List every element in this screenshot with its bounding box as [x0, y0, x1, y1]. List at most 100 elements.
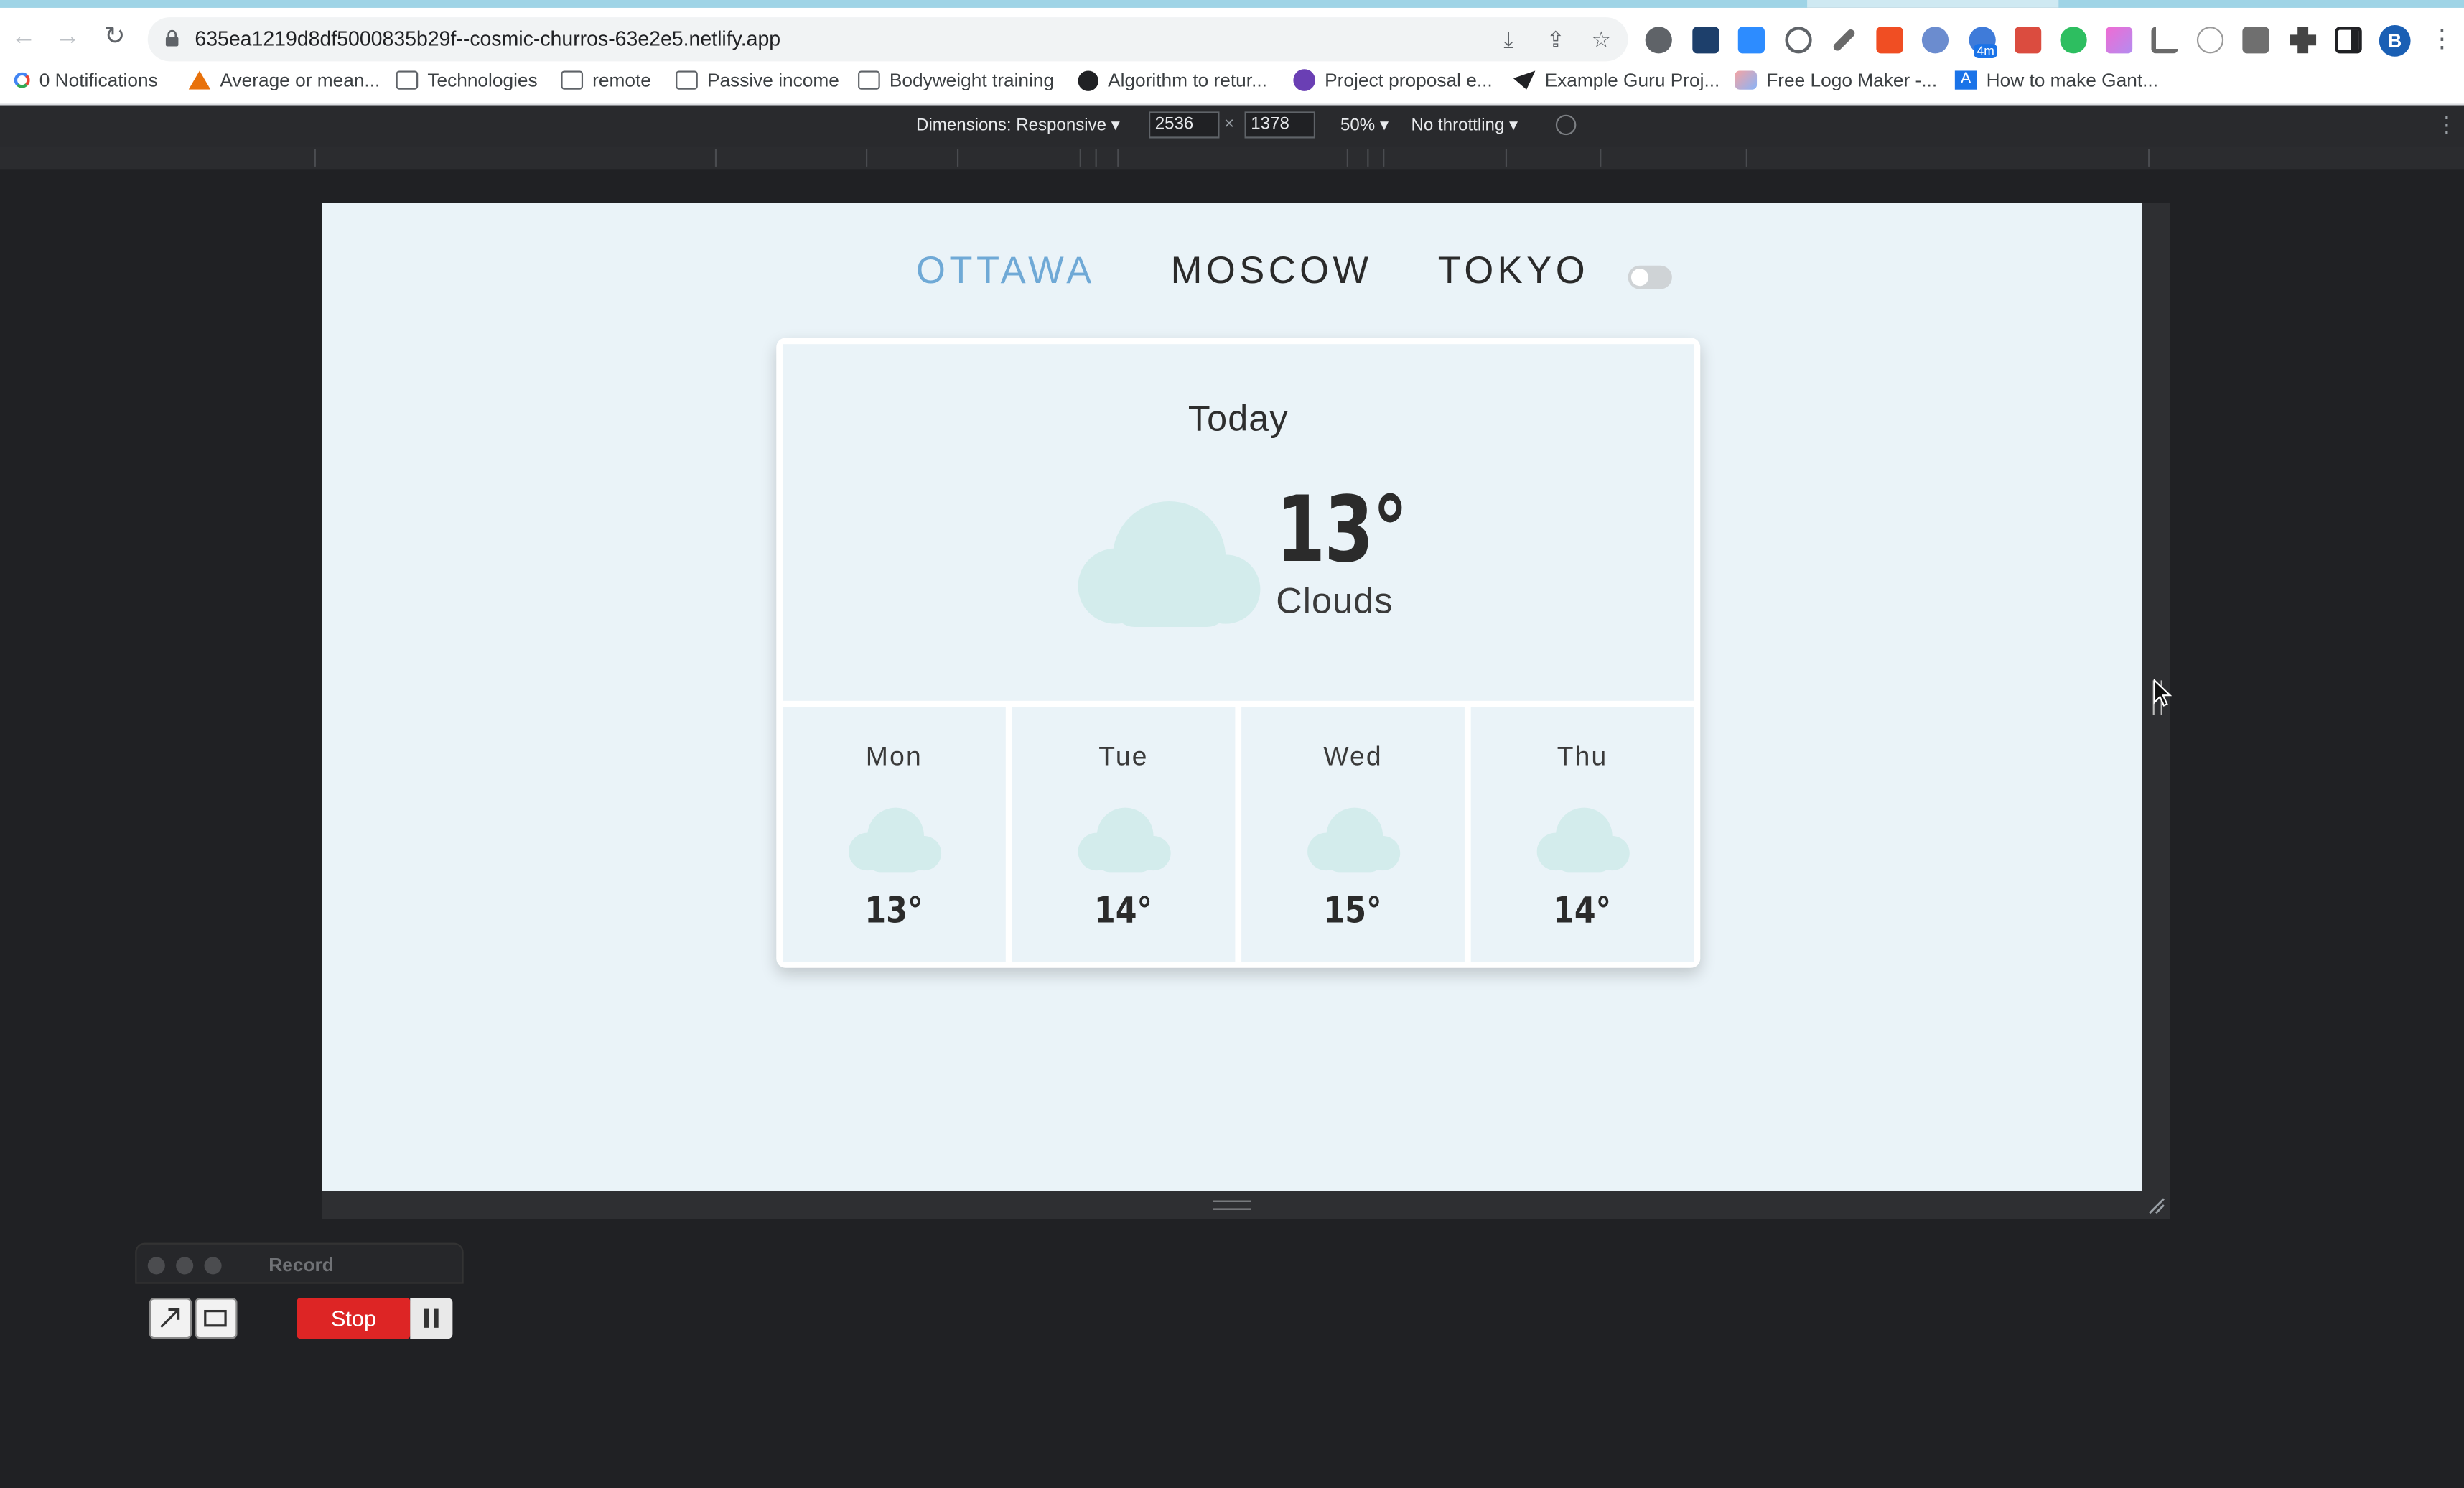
extension-evernote-icon[interactable]	[2060, 27, 2087, 54]
bookmark-item[interactable]: Algorithm to retur...	[1078, 66, 1267, 94]
bookmark-item[interactable]: Project proposal e...	[1293, 66, 1493, 94]
day-temperature: 13°	[864, 891, 923, 932]
extension-clock-icon[interactable]	[2196, 27, 2224, 54]
bookmark-item[interactable]: Average or mean...	[188, 66, 380, 94]
bookmark-folder[interactable]: Bodyweight training	[858, 66, 1054, 94]
city-tab-tokyo[interactable]: TOKYO	[1438, 250, 1589, 294]
url-text: 635ea1219d8df5000835b29f--cosmic-churros…	[195, 27, 781, 51]
dimensions-dropdown[interactable]: Dimensions: Responsive ▾	[916, 115, 1120, 135]
extension-circle-icon[interactable]	[1785, 27, 1812, 54]
throttling-dropdown[interactable]: No throttling ▾	[1411, 115, 1518, 135]
day-temperature: 15°	[1324, 891, 1383, 932]
forecast-day: Thu 14°	[1470, 707, 1694, 962]
extension-eyedropper-icon[interactable]	[1831, 27, 1857, 52]
tab-loading-strip	[0, 0, 2464, 8]
side-panel-icon[interactable]	[2335, 27, 2362, 54]
bookmark-item[interactable]: 0 Notifications	[14, 66, 158, 94]
stop-recording-button[interactable]: Stop	[297, 1298, 411, 1339]
share-icon[interactable]: ⇪	[1543, 27, 1568, 52]
rotate-icon[interactable]	[1555, 114, 1577, 136]
folder-icon	[396, 70, 419, 90]
city-tabs: OTTAWA MOSCOW TOKYO	[322, 250, 2142, 297]
bookmark-item[interactable]: Free Logo Maker -...	[1735, 66, 1937, 94]
day-temperature: 14°	[1094, 891, 1153, 932]
forecast-day: Wed 15°	[1241, 707, 1465, 962]
forecast-day: Tue 14°	[1012, 707, 1236, 962]
bookmarks-bar: 0 Notifications Average or mean... Techn…	[0, 58, 2464, 102]
day-name: Wed	[1323, 741, 1383, 772]
bookmark-item[interactable]: Example Guru Proj...	[1513, 66, 1719, 94]
cloud-icon	[1078, 807, 1171, 873]
google-icon	[14, 72, 30, 88]
extension-blue-icon[interactable]	[1921, 27, 1949, 54]
forward-icon[interactable]: →	[50, 20, 85, 55]
weather-card: Today 13° Clouds Mon 13° Tue 14° Wed 15°…	[776, 338, 1701, 968]
folder-icon	[858, 70, 880, 90]
emulated-viewport: OTTAWA MOSCOW TOKYO Today 13° Clouds Mon…	[322, 203, 2142, 1191]
today-description: Clouds	[1276, 580, 1394, 621]
city-tab-moscow[interactable]: MOSCOW	[1171, 250, 1373, 294]
s-icon	[1293, 69, 1316, 91]
corner-resize-icon[interactable]	[2147, 1196, 2165, 1214]
cloud-icon	[848, 807, 942, 873]
screen-recorder-widget: Record Stop	[135, 1242, 464, 1353]
toggle-knob	[1630, 269, 1649, 287]
extension-zoom-icon[interactable]	[1737, 27, 1765, 54]
lock-icon	[165, 29, 179, 47]
bookmark-folder[interactable]: Passive income	[676, 66, 839, 94]
today-temperature: 13°	[1276, 475, 1408, 583]
browser-menu-icon[interactable]: ⋮	[2430, 27, 2455, 55]
recorder-titlebar[interactable]: Record	[135, 1242, 464, 1284]
rectangle-icon	[204, 1309, 227, 1327]
minimize-dot-icon[interactable]	[176, 1257, 194, 1275]
day-temperature: 14°	[1553, 891, 1612, 932]
zoom-dot-icon[interactable]	[204, 1257, 222, 1275]
pause-icon	[424, 1308, 429, 1328]
city-tab-ottawa[interactable]: OTTAWA	[916, 250, 1096, 294]
bookmark-folder[interactable]: remote	[561, 66, 651, 94]
bookmark-folder[interactable]: Technologies	[396, 66, 538, 94]
bookmark-star-icon[interactable]: ☆	[1589, 27, 1614, 52]
day-name: Tue	[1098, 741, 1149, 772]
folder-icon	[676, 70, 698, 90]
extension-react-icon[interactable]	[1692, 27, 1719, 54]
a-icon: A	[1954, 70, 1977, 90]
zoom-dropdown[interactable]: 50% ▾	[1340, 115, 1389, 135]
media-query-ruler	[0, 146, 2464, 170]
close-dot-icon[interactable]	[147, 1257, 165, 1275]
arrow-tool-button[interactable]	[149, 1298, 192, 1339]
device-toolbar: Dimensions: Responsive ▾ 2536 × 1378 50%…	[0, 105, 2464, 147]
day-name: Mon	[865, 741, 923, 772]
recorder-title: Record	[269, 1254, 334, 1276]
extension-gear-icon[interactable]	[1645, 27, 1672, 54]
viewport-width-input[interactable]: 2536	[1148, 111, 1220, 139]
folder-icon	[561, 70, 584, 90]
device-menu-icon[interactable]: ⋮	[2436, 111, 2458, 138]
rectangle-tool-button[interactable]	[195, 1298, 238, 1339]
profile-avatar[interactable]: B	[2379, 25, 2411, 57]
bookmark-item[interactable]: A How to make Gant...	[1954, 66, 2158, 94]
extension-orange-icon[interactable]	[1876, 27, 1903, 54]
mouse-cursor-icon	[2153, 679, 2172, 707]
extensions-puzzle-icon[interactable]	[2290, 27, 2317, 54]
pause-recording-button[interactable]	[410, 1298, 453, 1339]
globe-icon	[1078, 70, 1098, 90]
guru-icon	[1513, 70, 1536, 90]
viewport-height-input[interactable]: 1378	[1244, 111, 1316, 139]
extension-gradient-icon[interactable]	[2105, 27, 2133, 54]
extension-facebook-icon[interactable]	[2242, 27, 2269, 54]
reload-icon[interactable]: ↻	[98, 20, 132, 55]
dimension-separator: ×	[1224, 114, 1235, 134]
matlab-icon	[188, 70, 211, 90]
install-icon[interactable]: ⤓	[1496, 27, 1521, 52]
resize-grip-icon[interactable]	[1213, 1200, 1251, 1210]
theme-toggle[interactable]	[1628, 265, 1672, 289]
address-bar[interactable]: 635ea1219d8df5000835b29f--cosmic-churros…	[147, 17, 1628, 62]
extension-todoist-icon[interactable]	[2015, 27, 2042, 54]
extension-chart-icon[interactable]	[2151, 27, 2178, 54]
logo-maker-icon	[1735, 70, 1758, 90]
day-name: Thu	[1557, 741, 1608, 772]
back-icon[interactable]: ←	[6, 20, 41, 55]
cloud-icon	[1078, 501, 1261, 627]
forecast-row: Mon 13° Tue 14° Wed 15° Thu 14°	[783, 707, 1694, 962]
